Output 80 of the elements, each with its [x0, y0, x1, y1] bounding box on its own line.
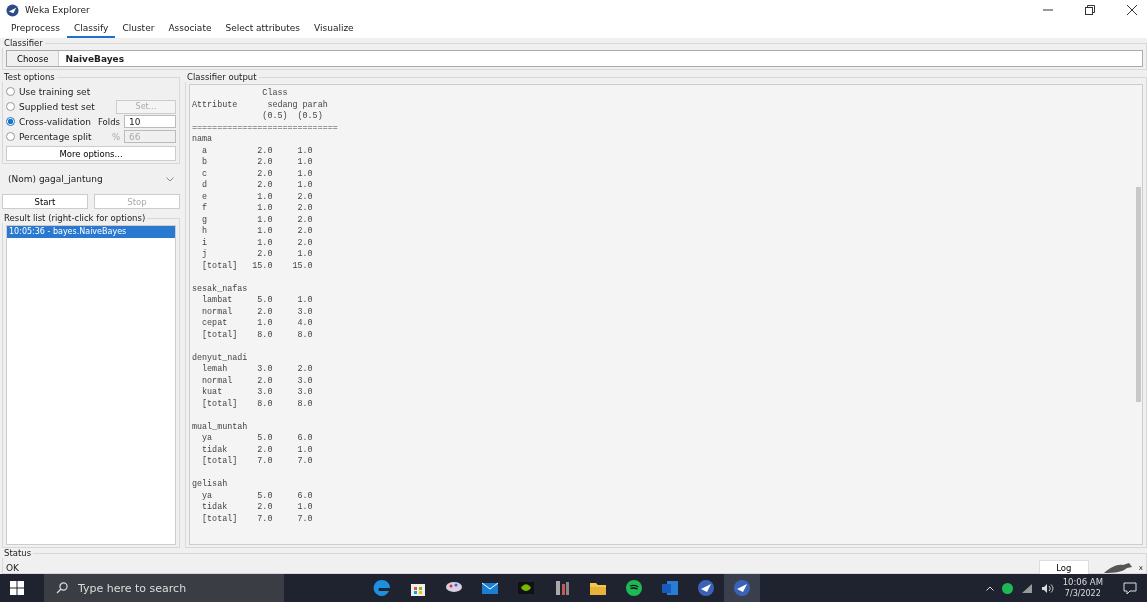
output-line: i 1.0 2.0 — [201, 237, 314, 249]
output-line: gelisah — [192, 479, 229, 491]
tab[interactable]: Classify — [66, 20, 116, 38]
scrollbar-thumb[interactable] — [1136, 187, 1141, 402]
output-line: kuat 3.0 3.0 — [201, 387, 314, 399]
tab[interactable]: Preprocess — [4, 20, 67, 38]
output-line: [total] 8.0 8.0 — [201, 398, 314, 410]
output-line: ya 5.0 6.0 — [201, 490, 314, 502]
output-line: tidak 2.0 1.0 — [201, 502, 314, 514]
field-label: % — [111, 131, 120, 142]
search-icon — [56, 582, 68, 594]
group-title: Test options — [2, 72, 57, 82]
window-title: Weka Explorer — [25, 5, 90, 15]
output-line: h 1.0 2.0 — [201, 226, 314, 238]
output-line: ============================= — [192, 122, 339, 134]
output-line: [total] 7.0 7.0 — [201, 513, 314, 525]
radio-button[interactable]: Percentage split — [6, 131, 108, 142]
output-line: sesak_nafas — [192, 283, 249, 295]
app-logo-icon — [6, 3, 19, 17]
start-button[interactable]: Start — [2, 194, 88, 209]
search-field[interactable]: Type here to search — [44, 574, 284, 602]
network-icon[interactable] — [1020, 582, 1033, 594]
output-line: Attribute sedang parah — [192, 99, 329, 111]
classifier-field[interactable]: Choose NaiveBayes — [6, 50, 1143, 67]
class-dropdown[interactable]: (Nom) gagal_jantung — [2, 168, 180, 190]
output-line: b 2.0 1.0 — [201, 157, 314, 169]
output-line: g 1.0 2.0 — [201, 214, 314, 226]
output-line: denyut_nadi — [192, 352, 249, 364]
output-line: normal 2.0 3.0 — [201, 375, 314, 387]
input-field[interactable]: 10 — [124, 115, 176, 128]
tab[interactable]: Select attributes — [218, 20, 308, 38]
output-line: ya 5.0 6.0 — [201, 433, 314, 445]
group-title: Result list (right-click for options) — [2, 213, 148, 223]
chevron-down-icon — [166, 176, 174, 182]
close-icon[interactable] — [1127, 5, 1137, 15]
output-line: Class — [261, 88, 289, 100]
result-item[interactable]: 10:05:36 - bayes.NaiveBayes — [7, 226, 175, 238]
output-line: [total] 7.0 7.0 — [201, 456, 314, 468]
notification-icon[interactable] — [1123, 581, 1137, 595]
output-line: j 2.0 1.0 — [201, 249, 314, 261]
tools-icon[interactable] — [553, 579, 571, 597]
output-line: nama — [192, 134, 214, 146]
output-line: a 2.0 1.0 — [201, 145, 314, 157]
output-line: (0.5) (0.5) — [261, 111, 324, 123]
speaker-icon[interactable] — [1040, 582, 1055, 594]
tab[interactable]: Cluster — [115, 20, 162, 38]
output-line: cepat 1.0 4.0 — [201, 318, 314, 330]
output-line: [total] 15.0 15.0 — [201, 260, 314, 272]
output-line: normal 2.0 3.0 — [201, 306, 314, 318]
output-line: mual_muntah — [192, 421, 249, 433]
clock[interactable]: 10:06 AM 7/3/2022 — [1062, 577, 1103, 599]
tab[interactable]: Associate — [161, 20, 219, 38]
browser-icon[interactable] — [373, 579, 391, 597]
chevron-up-icon[interactable] — [985, 585, 994, 591]
document-icon[interactable] — [661, 579, 679, 597]
music-icon[interactable] — [625, 579, 643, 597]
radio-button[interactable]: Supplied test set — [6, 101, 112, 112]
field-label: Folds — [98, 116, 120, 127]
output-line: tidak 2.0 1.0 — [201, 444, 314, 456]
windows-start-icon[interactable] — [10, 581, 24, 595]
radio-button[interactable]: Cross-validation — [6, 116, 94, 127]
output-line: c 2.0 1.0 — [201, 168, 314, 180]
output-line: e 1.0 2.0 — [201, 191, 314, 203]
output-line: [total] 8.0 8.0 — [201, 329, 314, 341]
more-options-button[interactable]: More options... — [6, 146, 176, 161]
tab[interactable]: Visualize — [307, 20, 361, 38]
output-line: f 1.0 2.0 — [201, 203, 314, 215]
group-title: Classifier output — [185, 72, 259, 82]
music-icon[interactable] — [1001, 582, 1013, 594]
group-title: Status — [2, 548, 34, 558]
output-line: lemah 3.0 2.0 — [201, 364, 314, 376]
restore-icon[interactable] — [1085, 5, 1095, 15]
group-title: Classifier — [2, 38, 45, 48]
radio-button[interactable]: Use training set — [6, 86, 176, 97]
chip-icon[interactable] — [517, 579, 535, 597]
choose-button[interactable]: Choose — [7, 51, 60, 66]
classifier-name: NaiveBayes — [64, 53, 125, 64]
output-line: d 2.0 1.0 — [201, 180, 314, 192]
status-message: OK — [6, 562, 20, 573]
output-line: lambat 5.0 1.0 — [201, 295, 314, 307]
